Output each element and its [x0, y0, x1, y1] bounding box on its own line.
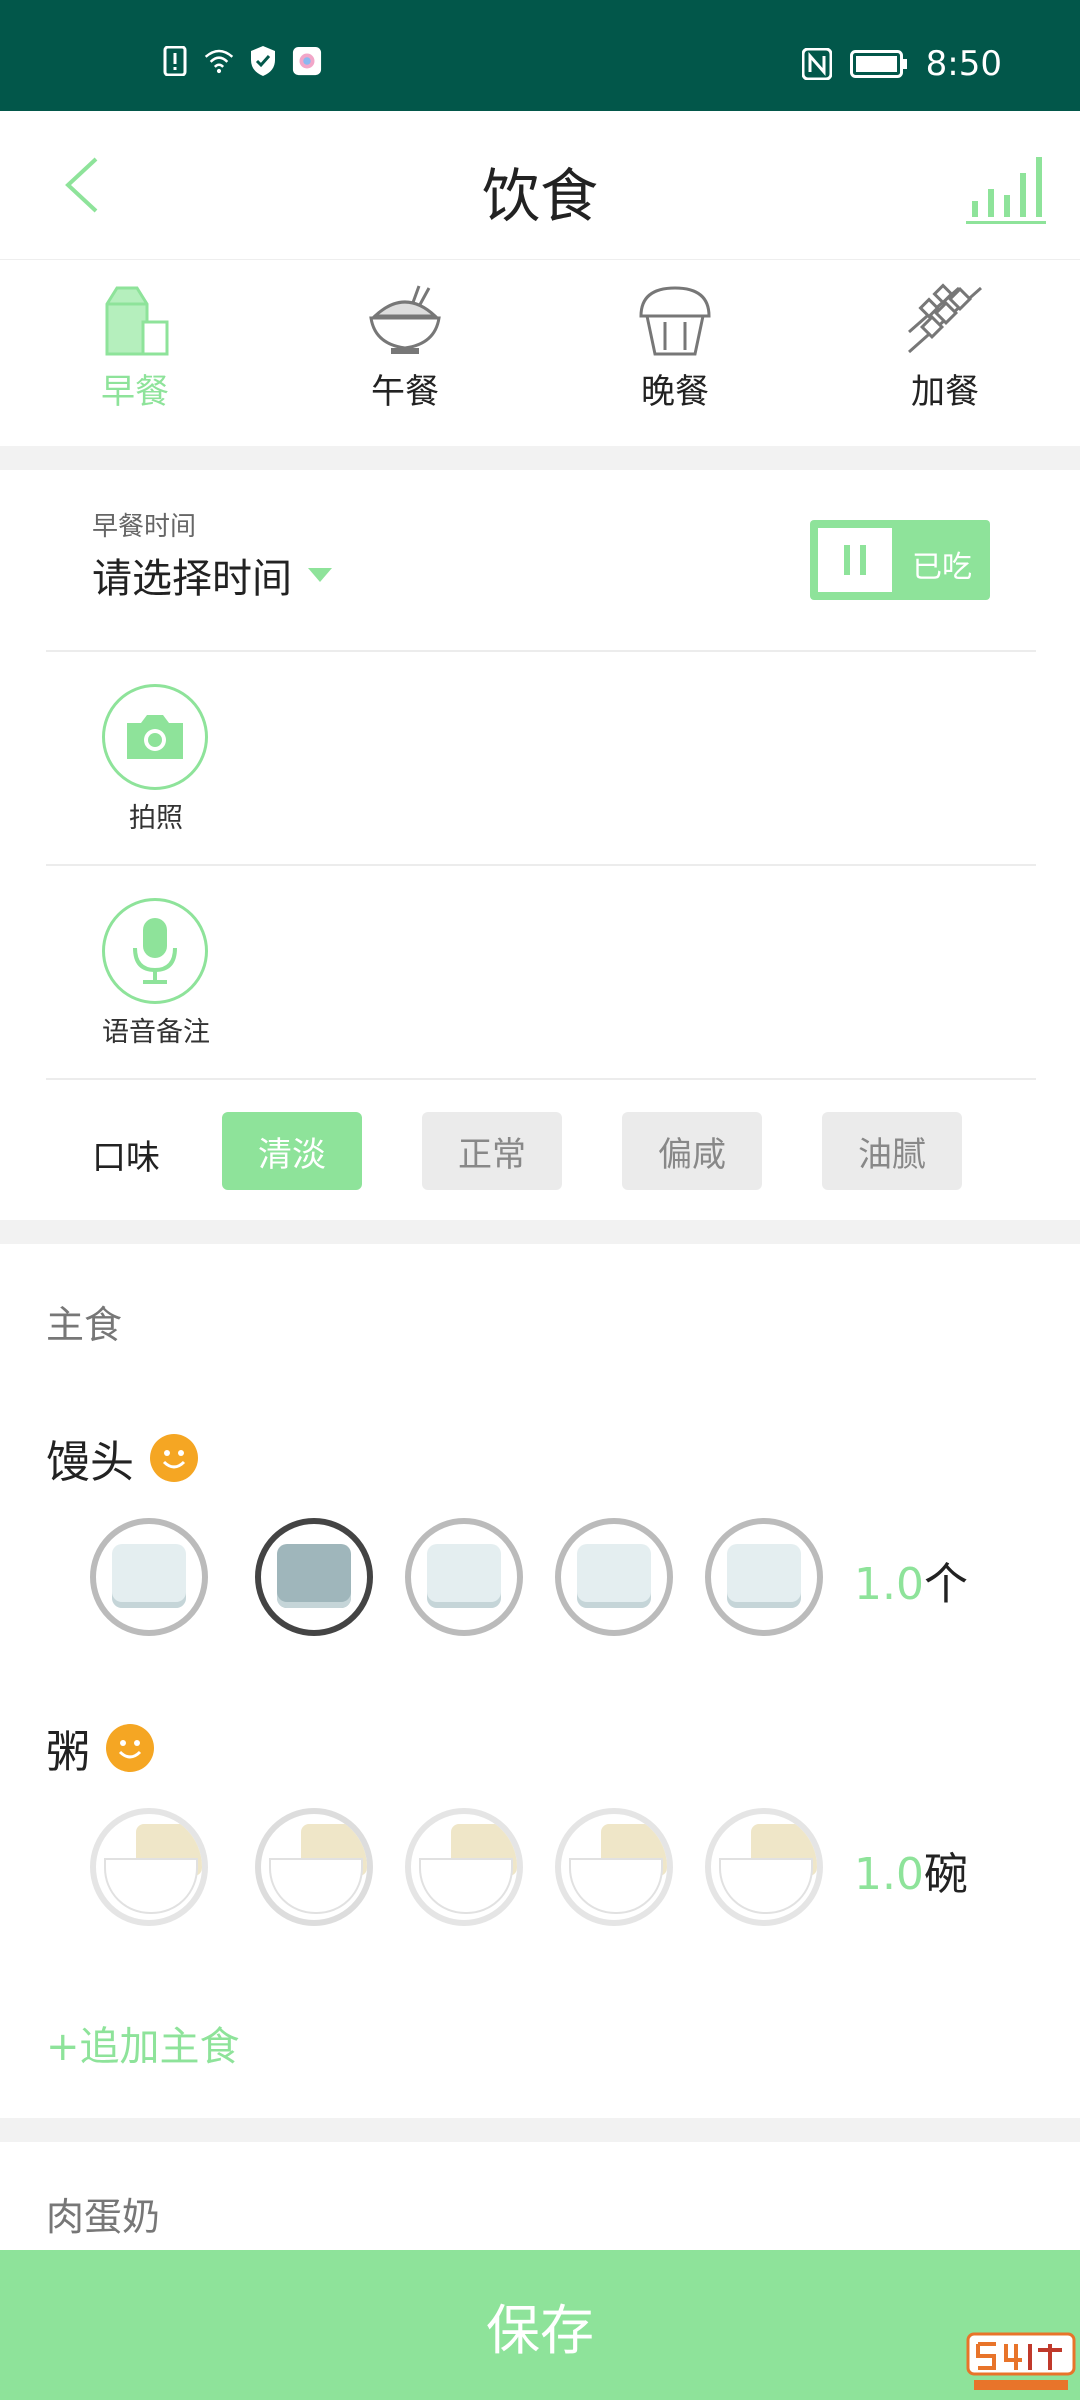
- smiley-icon[interactable]: [150, 1434, 198, 1482]
- tab-dinner[interactable]: 晚餐: [600, 282, 750, 413]
- bowl-image: [104, 1858, 198, 1914]
- portion-option-selected[interactable]: [255, 1808, 373, 1926]
- nav-bar: 饮食: [0, 111, 1080, 260]
- food-name-mantou: 馒头: [46, 1437, 134, 1488]
- bowl-image: [419, 1858, 513, 1914]
- quantity-display: 1.0碗: [854, 1838, 968, 1902]
- meal-detail-card: 早餐时间 请选择时间 已吃 拍照 语音备注 口味 清淡 正常 偏咸 油腻: [0, 470, 1080, 1220]
- app-notification-icon: [292, 46, 322, 76]
- stats-button[interactable]: [964, 143, 1048, 227]
- photo-button[interactable]: [102, 684, 208, 790]
- battery-icon: [849, 50, 907, 78]
- rice-bowl-icon: [369, 285, 441, 354]
- status-bar: 8:50: [0, 0, 1080, 111]
- bowl-image: [719, 1858, 813, 1914]
- portion-option-selected[interactable]: [255, 1518, 373, 1636]
- bun-image: [727, 1544, 801, 1608]
- portion-option[interactable]: [705, 1518, 823, 1636]
- taste-label: 口味: [92, 1138, 160, 1178]
- photo-label: 拍照: [129, 803, 183, 834]
- bun-image: [112, 1544, 186, 1608]
- food-item-name: 粥: [46, 1716, 154, 1780]
- status-icons-left: [160, 46, 322, 76]
- food-item-name: 馒头: [46, 1426, 198, 1490]
- nfc-icon: [801, 48, 832, 80]
- tab-snack-label: 加餐: [911, 372, 979, 412]
- divider: [46, 1078, 1036, 1080]
- tab-lunch-label: 午餐: [371, 372, 439, 412]
- portion-option[interactable]: [90, 1518, 208, 1636]
- staple-section-title: 主食: [46, 1303, 123, 1347]
- bowl-image: [569, 1858, 663, 1914]
- food-name-porridge: 粥: [46, 1727, 90, 1778]
- divider: [46, 650, 1036, 652]
- protein-card: 肉蛋奶: [0, 2142, 1080, 2250]
- quantity-value: 1.0: [854, 1849, 924, 1900]
- taste-option-salty[interactable]: 偏咸: [622, 1112, 762, 1190]
- bar-chart-icon: [966, 157, 1046, 224]
- quantity-value: 1.0: [854, 1559, 924, 1610]
- meal-tabs: 早餐 午餐 晚餐 加餐: [0, 260, 1080, 446]
- bun-image: [577, 1544, 651, 1608]
- add-staple-button[interactable]: +追加主食: [46, 2014, 240, 2072]
- tab-breakfast[interactable]: 早餐: [60, 282, 210, 413]
- microphone-icon: [133, 918, 177, 984]
- portion-option[interactable]: [705, 1808, 823, 1926]
- taste-option-greasy[interactable]: 油腻: [822, 1112, 962, 1190]
- protein-section-title: 肉蛋奶: [46, 2195, 161, 2239]
- bun-image: [427, 1544, 501, 1608]
- shield-icon: [248, 46, 278, 76]
- skewer-icon: [908, 283, 982, 354]
- taste-option-light[interactable]: 清淡: [222, 1112, 362, 1190]
- watermark-logo: [966, 2332, 1076, 2396]
- voice-note-button[interactable]: [102, 898, 208, 1004]
- tab-snack[interactable]: 加餐: [870, 282, 1020, 413]
- milk-carton-icon: [105, 286, 169, 356]
- alert-icon: [160, 46, 190, 76]
- wifi-icon: [204, 46, 234, 76]
- eaten-toggle-label: 已吃: [912, 550, 972, 585]
- staple-food-card: 主食 馒头 1.0个 粥 1.0碗 +追加主食: [0, 1244, 1080, 2118]
- portion-option[interactable]: [90, 1808, 208, 1926]
- meal-time-label: 早餐时间: [92, 512, 197, 542]
- meal-time-value: 请选择时间: [92, 556, 292, 602]
- cupcake-icon: [639, 286, 711, 356]
- portion-option[interactable]: [555, 1808, 673, 1926]
- divider: [46, 864, 1036, 866]
- portion-option[interactable]: [555, 1518, 673, 1636]
- eaten-toggle[interactable]: 已吃: [810, 520, 990, 600]
- bun-image: [277, 1544, 351, 1608]
- bowl-image: [269, 1858, 363, 1914]
- taste-option-normal[interactable]: 正常: [422, 1112, 562, 1190]
- save-button[interactable]: 保存: [0, 2250, 1080, 2400]
- status-time: 8:50: [925, 44, 1002, 84]
- smiley-icon[interactable]: [106, 1724, 154, 1772]
- portion-option[interactable]: [405, 1518, 523, 1636]
- voice-note-label: 语音备注: [102, 1017, 210, 1048]
- toggle-knob: [818, 528, 892, 592]
- quantity-unit: 碗: [923, 1849, 968, 1900]
- portion-option[interactable]: [405, 1808, 523, 1926]
- page-title: 饮食: [481, 162, 598, 230]
- dropdown-triangle-icon: [308, 568, 332, 582]
- tab-breakfast-label: 早餐: [101, 372, 169, 412]
- status-icons-right: 8:50: [801, 44, 1002, 84]
- meal-time-selector[interactable]: 请选择时间: [92, 546, 332, 604]
- quantity-display: 1.0个: [854, 1548, 968, 1612]
- quantity-unit: 个: [923, 1559, 968, 1610]
- camera-icon: [127, 715, 183, 759]
- tab-lunch[interactable]: 午餐: [330, 282, 480, 413]
- tab-dinner-label: 晚餐: [641, 372, 709, 412]
